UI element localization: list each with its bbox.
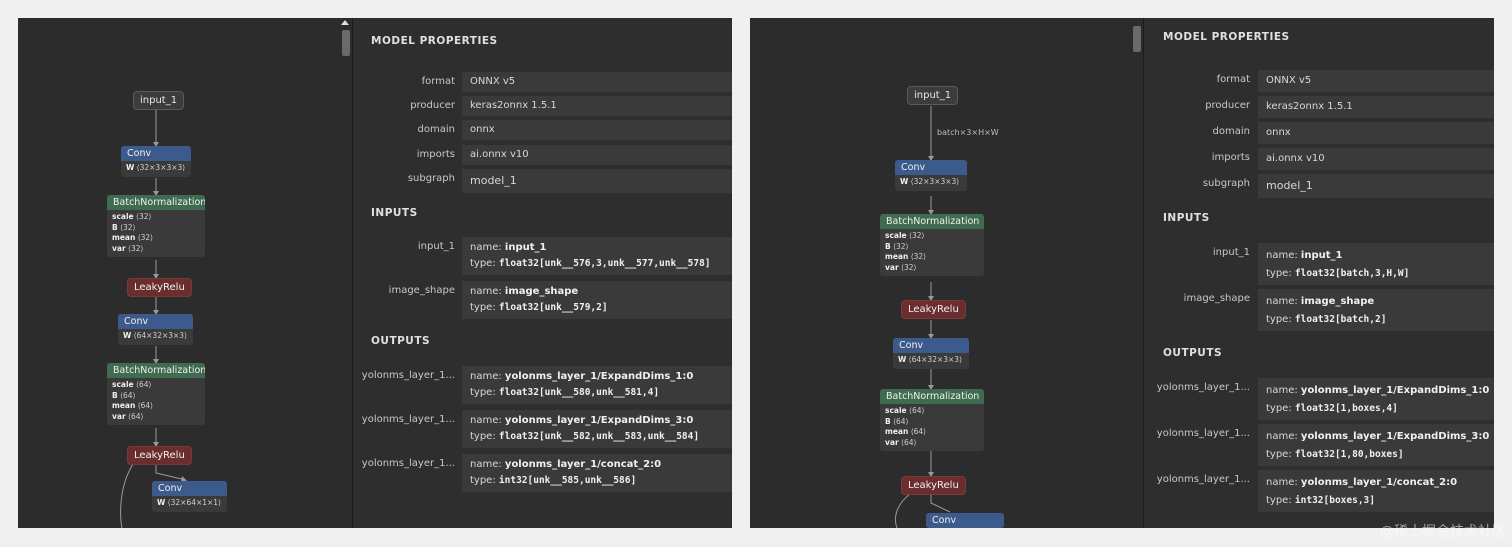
- property-label: imports: [416, 149, 455, 160]
- output-label: yolonms_layer_1...: [1156, 474, 1250, 485]
- property-value[interactable]: keras2onnx 1.5.1: [1258, 96, 1494, 118]
- input-value[interactable]: name: image_shape type: float32[batch,2]: [1258, 289, 1494, 331]
- node-attributes: W ⟨64×32×3×3⟩: [118, 329, 193, 345]
- property-value[interactable]: onnx: [462, 120, 732, 140]
- scroll-thumb[interactable]: [1133, 26, 1141, 52]
- graph-node-conv[interactable]: Conv W ⟨32×64×1×1⟩: [152, 481, 227, 512]
- node-attributes: W ⟨32×3×3×3⟩: [895, 175, 967, 191]
- graph-node-batchnorm[interactable]: BatchNormalization scale ⟨32⟩ B ⟨32⟩ mea…: [107, 195, 205, 257]
- input-label: input_1: [417, 241, 455, 252]
- scroll-up-arrow-icon[interactable]: [341, 20, 349, 25]
- graph-node-conv[interactable]: Conv: [926, 513, 1004, 528]
- input-value[interactable]: name: input_1 type: float32[batch,3,H,W]: [1258, 243, 1494, 285]
- graph-node-conv[interactable]: Conv W ⟨32×3×3×3⟩: [895, 160, 967, 191]
- node-title: Conv: [895, 160, 967, 175]
- input-value[interactable]: name: image_shape type: float32[unk__579…: [462, 281, 732, 319]
- output-label: yolonms_layer_1...: [1156, 382, 1250, 393]
- output-label: yolonms_layer_1...: [1156, 428, 1250, 439]
- node-attributes: W ⟨32×3×3×3⟩: [121, 161, 191, 177]
- node-attributes: scale ⟨32⟩ B ⟨32⟩ mean ⟨32⟩ var ⟨32⟩: [107, 210, 205, 257]
- output-value[interactable]: name: yolonms_layer_1/concat_2:0 type: i…: [462, 454, 732, 492]
- property-label: format: [421, 76, 455, 87]
- node-title: Conv: [893, 338, 969, 353]
- property-label: subgraph: [407, 173, 455, 184]
- property-label: producer: [410, 100, 455, 111]
- subgraph-select[interactable]: model_1: [462, 169, 732, 193]
- graph-node-conv[interactable]: Conv W ⟨32×3×3×3⟩: [121, 146, 191, 177]
- property-value[interactable]: ONNX v5: [462, 72, 732, 92]
- property-label: domain: [417, 124, 455, 135]
- node-attributes: scale ⟨32⟩ B ⟨32⟩ mean ⟨32⟩ var ⟨32⟩: [880, 229, 984, 276]
- node-attributes: scale ⟨64⟩ B ⟨64⟩ mean ⟨64⟩ var ⟨64⟩: [880, 404, 984, 451]
- property-value[interactable]: onnx: [1258, 122, 1494, 144]
- graph-node-leakyrelu[interactable]: LeakyRelu: [127, 278, 192, 297]
- graph-node-batchnorm[interactable]: BatchNormalization scale ⟨64⟩ B ⟨64⟩ mea…: [107, 363, 205, 425]
- graph-node-batchnorm[interactable]: BatchNormalization scale ⟨32⟩ B ⟨32⟩ mea…: [880, 214, 984, 276]
- node-title: BatchNormalization: [107, 363, 205, 378]
- left-properties-sidebar: MODEL PROPERTIES format ONNX v5 producer…: [352, 18, 732, 528]
- output-value[interactable]: name: yolonms_layer_1/ExpandDims_1:0 typ…: [462, 366, 732, 404]
- model-properties-title: MODEL PROPERTIES: [371, 35, 498, 47]
- property-label: subgraph: [1202, 178, 1250, 189]
- output-value[interactable]: name: yolonms_layer_1/ExpandDims_1:0 typ…: [1258, 378, 1494, 420]
- output-value[interactable]: name: yolonms_layer_1/ExpandDims_3:0 typ…: [1258, 424, 1494, 466]
- outputs-title: OUTPUTS: [371, 335, 431, 347]
- property-label: imports: [1211, 152, 1250, 163]
- right-graph-canvas[interactable]: input_1 batch×3×H×W Conv W ⟨32×3×3×3⟩ Ba…: [750, 18, 1131, 528]
- property-value[interactable]: ai.onnx v10: [462, 145, 732, 165]
- node-attributes: W ⟨64×32×3×3⟩: [893, 353, 969, 369]
- input-value[interactable]: name: input_1 type: float32[unk__576,3,u…: [462, 237, 732, 275]
- right-netron-window: input_1 batch×3×H×W Conv W ⟨32×3×3×3⟩ Ba…: [750, 18, 1494, 528]
- watermark: @稀土掘金技术社区: [1380, 524, 1506, 540]
- graph-node-batchnorm[interactable]: BatchNormalization scale ⟨64⟩ B ⟨64⟩ mea…: [880, 389, 984, 451]
- node-attributes: scale ⟨64⟩ B ⟨64⟩ mean ⟨64⟩ var ⟨64⟩: [107, 378, 205, 425]
- input-label: input_1: [1212, 247, 1250, 258]
- inputs-title: INPUTS: [1163, 212, 1210, 224]
- output-label: yolonms_layer_1...: [361, 370, 455, 381]
- right-scrollbar[interactable]: [1131, 18, 1143, 528]
- left-graph-canvas[interactable]: input_1 Conv W ⟨32×3×3×3⟩ BatchNormaliza…: [18, 18, 340, 528]
- node-title: BatchNormalization: [107, 195, 205, 210]
- input-label: image_shape: [1183, 293, 1250, 304]
- node-title: BatchNormalization: [880, 214, 984, 229]
- node-title: Conv: [926, 513, 1004, 528]
- subgraph-select[interactable]: model_1: [1258, 174, 1494, 198]
- output-label: yolonms_layer_1...: [361, 414, 455, 425]
- left-scrollbar[interactable]: [340, 18, 352, 528]
- output-value[interactable]: name: yolonms_layer_1/concat_2:0 type: i…: [1258, 470, 1494, 512]
- scroll-thumb[interactable]: [342, 30, 350, 56]
- property-label: producer: [1205, 100, 1250, 111]
- outputs-title: OUTPUTS: [1163, 347, 1223, 359]
- left-netron-window: input_1 Conv W ⟨32×3×3×3⟩ BatchNormaliza…: [18, 18, 732, 528]
- node-title: Conv: [121, 146, 191, 161]
- graph-node-leakyrelu[interactable]: LeakyRelu: [901, 300, 966, 319]
- graph-node-leakyrelu[interactable]: LeakyRelu: [901, 476, 966, 495]
- input-label: image_shape: [388, 285, 455, 296]
- graph-node-conv[interactable]: Conv W ⟨64×32×3×3⟩: [118, 314, 193, 345]
- node-title: Conv: [118, 314, 193, 329]
- graph-node-leakyrelu[interactable]: LeakyRelu: [127, 446, 192, 465]
- right-properties-sidebar: MODEL PROPERTIES format ONNX v5 producer…: [1143, 18, 1494, 528]
- edge-shape-label: batch×3×H×W: [937, 128, 999, 137]
- node-title: BatchNormalization: [880, 389, 984, 404]
- property-label: domain: [1212, 126, 1250, 137]
- property-label: format: [1216, 74, 1250, 85]
- output-value[interactable]: name: yolonms_layer_1/ExpandDims_3:0 typ…: [462, 410, 732, 448]
- node-title: Conv: [152, 481, 227, 496]
- output-label: yolonms_layer_1...: [361, 458, 455, 469]
- graph-node-input[interactable]: input_1: [133, 91, 185, 110]
- property-value[interactable]: ai.onnx v10: [1258, 148, 1494, 170]
- inputs-title: INPUTS: [371, 207, 418, 219]
- graph-node-conv[interactable]: Conv W ⟨64×32×3×3⟩: [893, 338, 969, 369]
- node-attributes: W ⟨32×64×1×1⟩: [152, 496, 227, 512]
- model-properties-title: MODEL PROPERTIES: [1163, 31, 1290, 43]
- graph-node-input[interactable]: input_1: [907, 86, 959, 105]
- property-value[interactable]: keras2onnx 1.5.1: [462, 96, 732, 116]
- property-value[interactable]: ONNX v5: [1258, 70, 1494, 92]
